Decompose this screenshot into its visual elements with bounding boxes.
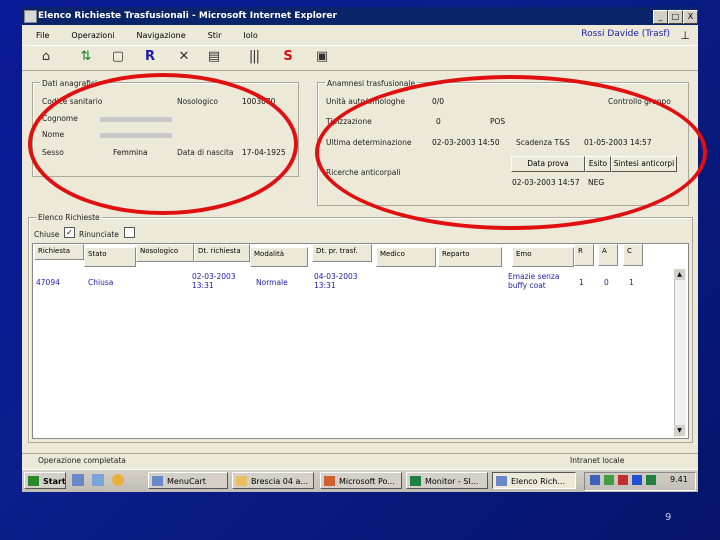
menu-navigazione[interactable]: Navigazione: [137, 31, 186, 40]
scroll-down-icon[interactable]: ▼: [674, 425, 685, 436]
col-dt-trasf[interactable]: Dt. pr. trasf.: [312, 244, 372, 262]
r-icon[interactable]: R: [140, 47, 160, 67]
status-text: Operazione completata: [38, 456, 126, 465]
chiuse-checkbox[interactable]: ✓: [64, 227, 75, 238]
rinunciate-checkbox[interactable]: [124, 227, 135, 238]
table-scrollbar[interactable]: [674, 269, 686, 437]
col-modalita[interactable]: Modalità: [250, 247, 308, 267]
col-r[interactable]: R: [574, 244, 594, 266]
home-icon[interactable]: ⌂: [36, 47, 56, 67]
tray-network-icon[interactable]: [590, 475, 600, 485]
cell-r: 1: [579, 278, 584, 287]
scroll-up-icon[interactable]: ▲: [674, 269, 685, 280]
pin-icon[interactable]: ⊥: [680, 29, 690, 42]
cell-stato: Chiusa: [88, 278, 114, 287]
task-label: Microsoft Po...: [339, 477, 395, 486]
chiuse-label: Chiuse: [34, 230, 60, 239]
cell-modalita: Normale: [256, 278, 288, 287]
slide-number: 9: [665, 512, 672, 523]
task-label: Brescia 04 a...: [251, 477, 309, 486]
col-medico[interactable]: Medico: [376, 247, 436, 267]
form-icon[interactable]: ▣: [312, 47, 332, 67]
quicklaunch-media-icon[interactable]: [112, 474, 124, 486]
clock: 9.41: [670, 475, 688, 484]
ie-icon: [24, 10, 37, 23]
cell-c: 1: [629, 278, 634, 287]
tray-monitor-icon[interactable]: [646, 475, 656, 485]
cell-emo: Emazie senza buffy coat: [508, 272, 560, 290]
task-powerpoint[interactable]: Microsoft Po...: [320, 472, 402, 489]
menu-iolo[interactable]: Iolo: [243, 31, 257, 40]
maximize-button[interactable]: □: [668, 10, 683, 24]
col-reparto[interactable]: Reparto: [438, 247, 502, 267]
menu-stir[interactable]: Stir: [208, 31, 222, 40]
delete-icon[interactable]: ✕: [174, 47, 194, 67]
tray-antivirus-icon[interactable]: [604, 475, 614, 485]
s-icon[interactable]: S: [278, 47, 298, 67]
new-doc-icon[interactable]: ▢: [108, 47, 128, 67]
close-button[interactable]: X: [683, 10, 698, 24]
tray-vp-icon[interactable]: [632, 475, 642, 485]
elenco-legend: Elenco Richieste: [36, 213, 102, 222]
task-label: Elenco Rich...: [511, 477, 565, 486]
refresh-icon[interactable]: ⇅: [76, 47, 96, 67]
cell-dt-richiesta: 02-03-2003 13:31: [192, 272, 236, 290]
menu-file[interactable]: File: [36, 31, 49, 40]
minimize-button[interactable]: _: [653, 10, 668, 24]
window-title: Elenco Richieste Trasfusionali - Microso…: [38, 11, 337, 21]
start-label: Start: [43, 477, 66, 486]
col-c[interactable]: C: [623, 244, 643, 266]
cell-dt-trasf: 04-03-2003 13:31: [314, 272, 358, 290]
cell-a: 0: [604, 278, 609, 287]
tray-security-icon[interactable]: [618, 475, 628, 485]
col-emo[interactable]: Emo: [512, 247, 574, 267]
current-user: Rossi Davide (Trasf): [581, 29, 670, 39]
status-zone: Intranet locale: [570, 456, 625, 465]
quicklaunch-ie-icon[interactable]: [72, 474, 84, 486]
col-richiesta[interactable]: Richiesta: [34, 244, 84, 260]
annotation-oval-left: [28, 73, 298, 215]
print-icon[interactable]: ▤: [204, 47, 224, 67]
task-menucart[interactable]: MenuCart: [148, 472, 228, 489]
start-button[interactable]: Start: [24, 472, 66, 489]
task-label: MenuCart: [167, 477, 206, 486]
col-stato[interactable]: Stato: [84, 247, 136, 267]
col-dt-richiesta[interactable]: Dt. richiesta: [194, 244, 250, 262]
col-a[interactable]: A: [598, 244, 618, 266]
col-nosologico[interactable]: Nosologico: [136, 244, 194, 262]
task-label: Monitor - SI...: [425, 477, 479, 486]
task-brescia[interactable]: Brescia 04 a...: [232, 472, 314, 489]
barcode-icon[interactable]: |||: [244, 47, 264, 67]
title-bar[interactable]: Elenco Richieste Trasfusionali - Microso…: [22, 7, 698, 25]
task-monitor[interactable]: Monitor - SI...: [406, 472, 488, 489]
task-elenco-richieste[interactable]: Elenco Rich...: [492, 472, 576, 489]
menu-operazioni[interactable]: Operazioni: [71, 31, 114, 40]
quicklaunch-desktop-icon[interactable]: [92, 474, 104, 486]
rinunciate-label: Rinunciate: [79, 230, 119, 239]
cell-richiesta[interactable]: 47094: [36, 278, 60, 287]
annotation-oval-right: [315, 75, 707, 230]
